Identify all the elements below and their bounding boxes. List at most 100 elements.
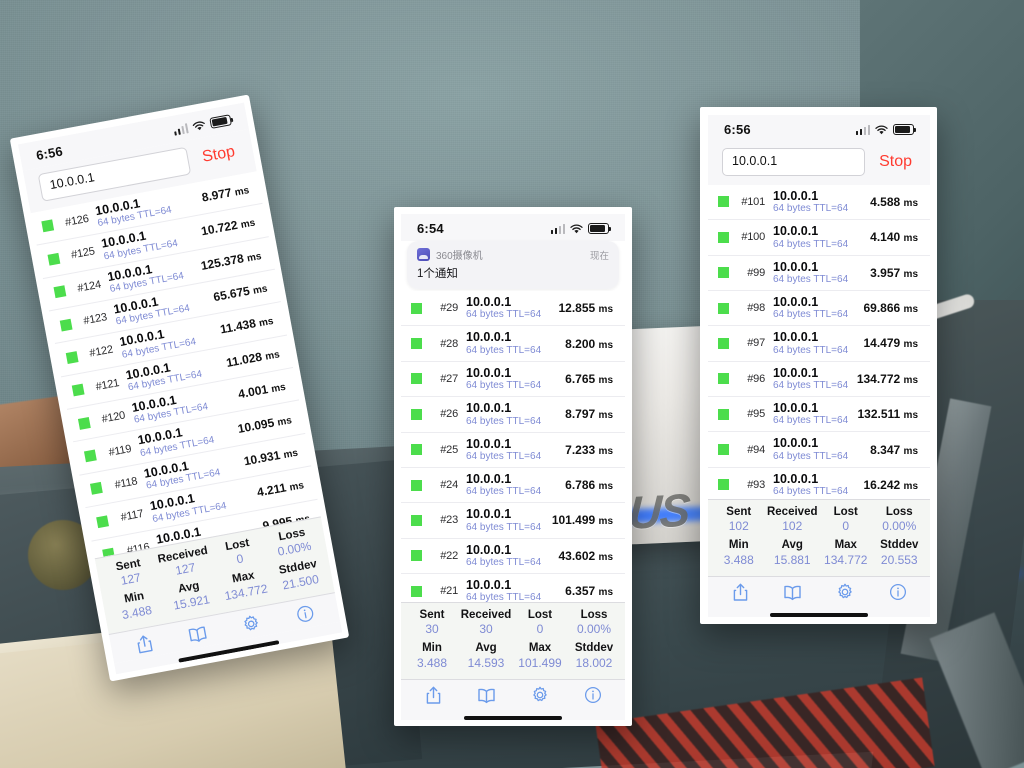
ping-packet-info: 64 bytes TTL=64 [466,592,542,602]
stat-stddev: Stddev 20.553 [873,537,927,570]
gear-icon[interactable] [241,613,262,634]
ping-latency: 10.722 ms [200,217,257,239]
ping-row[interactable]: #29 10.0.0.1 64 bytes TTL=64 12.855 ms [401,291,625,327]
ping-row[interactable]: #93 10.0.0.1 64 bytes TTL=64 16.242 ms [708,468,930,499]
latency-unit: ms [252,283,269,297]
share-icon[interactable] [425,686,442,705]
latency-unit: ms [270,381,287,396]
ping-row-details: 10.0.0.164 bytes TTL=64 [466,507,552,533]
ping-row[interactable]: #26 10.0.0.1 64 bytes TTL=64 8.797 ms [401,397,625,433]
latency-unit: ms [903,339,918,351]
latency-unit: ms [598,516,613,528]
tab-share[interactable] [407,686,460,705]
ping-row[interactable]: #25 10.0.0.1 64 bytes TTL=64 7.233 ms [401,433,625,468]
stats-row-2: Min 3.488 Avg 15.881 Max 134.772 Stddev 20.553 [712,537,926,570]
ping-host: 10.0.0.1 [466,578,512,592]
info-icon[interactable] [584,686,602,704]
tab-bar[interactable] [708,575,930,606]
ping-row[interactable]: #27 10.0.0.1 64 bytes TTL=64 6.765 ms [401,362,625,398]
book-icon[interactable] [477,687,496,704]
book-icon[interactable] [783,584,802,601]
ping-row-details: 10.0.0.164 bytes TTL=64 [773,295,864,321]
ping-sequence-number: #95 [747,408,765,421]
ping-row-details: 10.0.0.164 bytes TTL=64 [773,366,857,392]
notification-banner[interactable]: 360摄像机 现在 1个通知 [407,241,619,289]
status-indicator-icon [411,514,422,526]
host-input[interactable]: 10.0.0.1 [722,148,866,176]
status-indicator-icon [47,252,61,266]
latency-unit: ms [903,197,918,209]
gear-icon[interactable] [836,583,854,601]
ping-row[interactable]: #24 10.0.0.1 64 bytes TTL=64 6.786 ms [401,468,625,504]
status-bar: 6:56 [708,115,930,142]
tab-book[interactable] [460,687,513,704]
latency-unit: ms [598,339,613,351]
info-icon[interactable] [295,603,316,624]
ping-row[interactable]: #98 10.0.0.1 64 bytes TTL=64 69.866 ms [708,291,930,327]
latency-unit: ms [598,410,613,422]
stat-max: Max 134.772 [819,537,873,570]
tab-bar[interactable] [401,678,625,709]
status-indicator-icon [83,449,97,463]
stats-row-2: Min 3.488 Avg 14.593 Max 101.499 Stddev 18.002 [405,640,621,673]
gear-icon[interactable] [531,686,549,704]
ping-row[interactable]: #94 10.0.0.1 64 bytes TTL=64 8.347 ms [708,432,930,468]
ping-result-list[interactable]: #29 10.0.0.1 64 bytes TTL=64 12.855 ms #28 10… [401,291,625,602]
ping-result-list[interactable]: #101 10.0.0.1 64 bytes TTL=64 4.588 ms #100 1… [708,184,930,499]
ping-row[interactable]: #101 10.0.0.1 64 bytes TTL=64 4.588 ms [708,185,930,221]
ping-latency: 4.140 ms [870,230,918,245]
ping-row[interactable]: #99 10.0.0.1 64 bytes TTL=64 3.957 ms [708,256,930,291]
status-indicator-icon [411,408,422,420]
latency-unit: ms [258,316,275,330]
stat-value: 15.881 [773,552,811,567]
status-time: 6:56 [724,122,751,137]
ping-row-details: 10.0.0.164 bytes TTL=64 [466,401,565,427]
stat-label: Received [766,505,818,518]
phone-screenshot-right: 6:56 10.0.0.1 Stop #101 10.0.0.1 64 bytes … [700,107,937,624]
ping-row[interactable]: #95 10.0.0.1 64 bytes TTL=64 132.511 ms [708,397,930,433]
status-indicator-icon [90,482,103,496]
ping-row[interactable]: #97 10.0.0.1 64 bytes TTL=64 14.479 ms [708,326,930,362]
screenshot-scene: SUS SUS 6:56 10.0.0.1 Stop [0,0,1024,768]
ping-row[interactable]: #23 10.0.0.1 64 bytes TTL=64 101.499 ms [401,503,625,539]
status-indicator-icon [718,302,729,314]
tab-info[interactable] [566,686,619,704]
stat-label: Received [460,608,512,621]
tab-gear[interactable] [819,583,872,601]
ping-sequence-number: #98 [747,302,765,315]
latency-unit: ms [903,480,918,492]
ping-row[interactable]: #28 10.0.0.1 64 bytes TTL=64 8.200 ms [401,326,625,362]
ping-packet-info: 64 bytes TTL=64 [773,486,849,498]
tab-book[interactable] [767,584,820,601]
tab-gear[interactable] [513,686,566,704]
latency-unit: ms [276,414,293,429]
ping-row-details: 10.0.0.164 bytes TTL=64 [773,472,864,498]
book-icon[interactable] [187,624,209,644]
ping-row[interactable]: #22 10.0.0.1 64 bytes TTL=64 43.602 ms [401,539,625,574]
ping-latency: 65.675 ms [212,283,269,305]
status-indicator-icon [411,338,422,350]
info-icon[interactable] [889,583,907,601]
status-indicator-icon [718,444,729,456]
stat-label: Lost [527,608,553,621]
stop-button[interactable]: Stop [875,151,916,173]
battery-icon [209,114,232,129]
ping-latency: 4.588 ms [870,194,918,209]
share-icon[interactable] [134,633,154,655]
ping-row[interactable]: #96 10.0.0.1 64 bytes TTL=64 134.772 ms [708,362,930,397]
stop-button[interactable]: Stop [197,140,241,169]
ping-sequence-number: #94 [747,443,765,456]
notification-time: 现在 [589,250,609,262]
latency-unit: ms [598,481,613,493]
ping-sequence-number: #120 [100,409,127,426]
host-control-row: 10.0.0.1 Stop [708,142,930,185]
cellular-signal-icon [855,125,870,135]
ping-row[interactable]: #100 10.0.0.1 64 bytes TTL=64 4.140 ms [708,220,930,256]
stat-value: 30 [425,622,439,637]
status-indicator-icon [411,585,422,597]
ping-latency: 43.602 ms [558,548,614,563]
tab-share[interactable] [714,583,767,602]
tab-info[interactable] [872,583,925,601]
ping-row[interactable]: #21 10.0.0.1 64 bytes TTL=64 6.357 ms [401,574,625,602]
share-icon[interactable] [732,583,749,602]
